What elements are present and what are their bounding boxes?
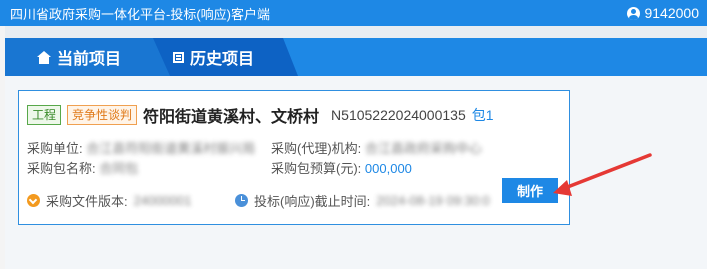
clock-icon [235, 194, 248, 207]
deadline-value: 2024-08-19 09:30:0 [376, 193, 490, 208]
package-name-label: 采购包名称: [27, 161, 96, 176]
check-icon [27, 194, 40, 207]
house-icon [37, 50, 51, 64]
list-icon [173, 51, 184, 63]
project-card[interactable]: 工程 竞争性谈判 符阳街道黄溪村、文桥村 N5105222024000135 包… [18, 90, 570, 225]
package-name-info: 采购包名称: 合同包 [27, 158, 138, 177]
buyer-info: 采购单位: 合江县符阳街道黄溪村振兴局 [27, 138, 255, 157]
doc-version-value: 24000001 [133, 193, 192, 208]
title-bar: 四川省政府采购一体化平台-投标(响应)客户端 9142000 [0, 0, 707, 26]
tag-negotiation: 竞争性谈判 [67, 105, 138, 125]
project-title[interactable]: 符阳街道黄溪村、文桥村 [143, 103, 319, 127]
tab-label: 当前项目 [57, 51, 122, 68]
budget-value: 000,000 [364, 161, 412, 176]
window-title: 四川省政府采购一体化平台-投标(响应)客户端 [10, 6, 270, 22]
project-package[interactable]: 包1 [472, 105, 494, 125]
buyer-value: 合江县符阳街道黄溪村振兴局 [86, 141, 256, 156]
buyer-label: 采购单位: [27, 141, 83, 156]
make-button[interactable]: 制作 [502, 178, 558, 203]
doc-version-label: 采购文件版本: [46, 194, 128, 209]
deadline-row: 投标(响应)截止时间: 2024-08-19 09:30:0 [235, 191, 490, 210]
agency-label: 采购(代理)机构: [271, 141, 362, 156]
tab-current-projects[interactable]: 当前项目 [5, 38, 170, 76]
user-icon [627, 6, 641, 20]
budget-label: 采购包预算(元): [271, 161, 362, 176]
tab-bar: 当前项目 历史项目 [5, 38, 707, 76]
user-info[interactable]: 9142000 [627, 5, 699, 21]
project-header: 工程 竞争性谈判 符阳街道黄溪村、文桥村 N5105222024000135 包… [27, 103, 494, 127]
deadline-label: 投标(响应)截止时间: [254, 194, 371, 209]
agency-value: 合江县政府采购中心 [364, 141, 482, 156]
package-name-value: 合同包 [99, 161, 139, 176]
budget-info: 采购包预算(元): 000,000 [271, 158, 412, 177]
tab-label: 历史项目 [190, 51, 255, 68]
project-code: N5105222024000135 [331, 107, 466, 123]
doc-version-row: 采购文件版本: 24000001 [27, 191, 191, 210]
tab-history-projects[interactable]: 历史项目 [153, 38, 298, 76]
tag-engineering: 工程 [27, 105, 62, 125]
user-id: 9142000 [644, 5, 699, 21]
agency-info: 采购(代理)机构: 合江县政府采购中心 [271, 138, 482, 157]
